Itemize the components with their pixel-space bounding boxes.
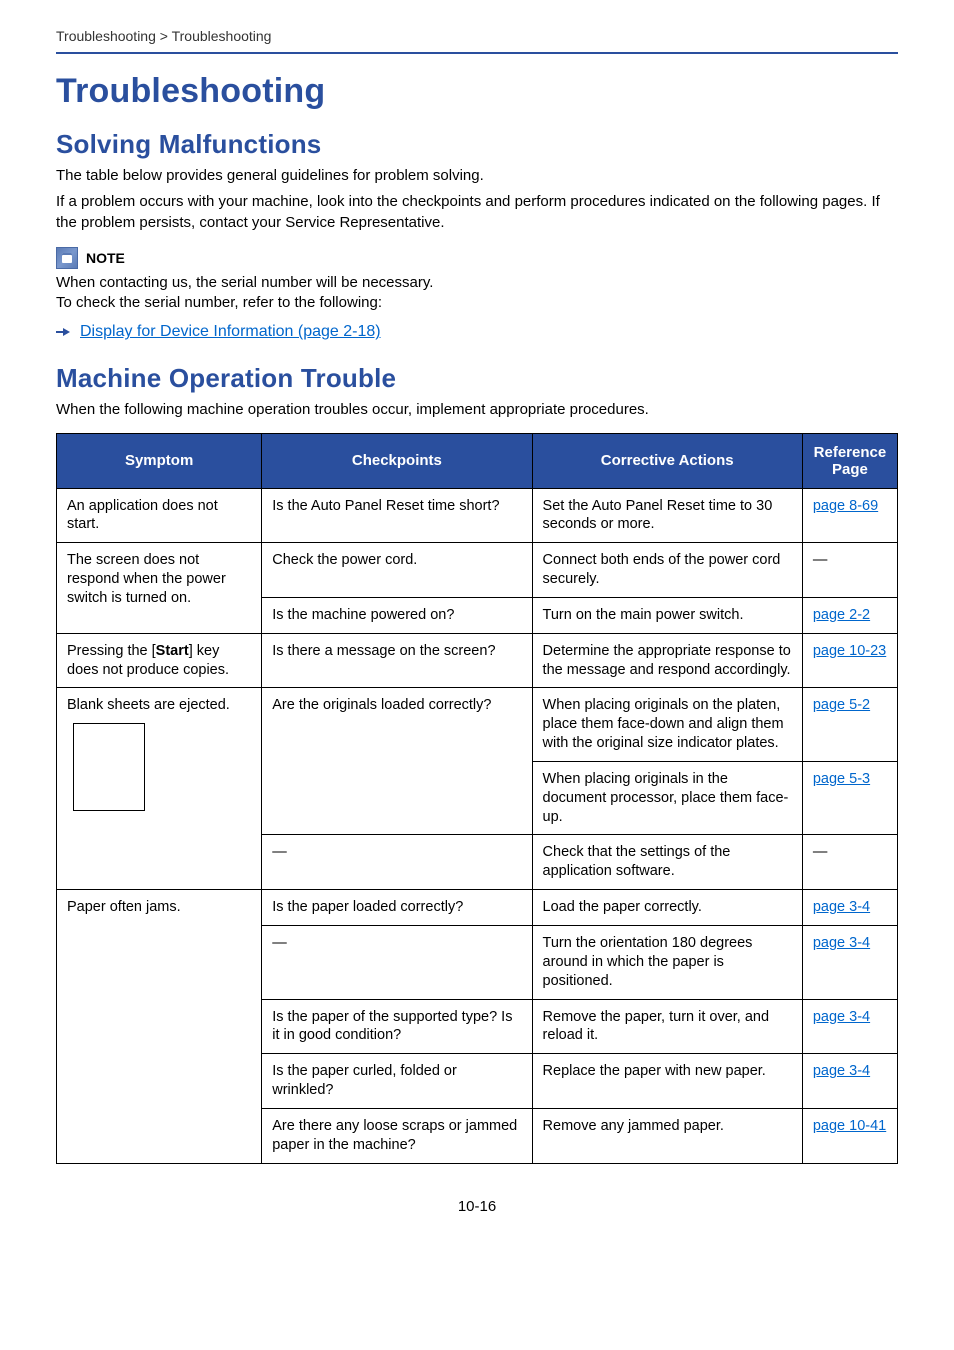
table-row: Paper often jams. Is the paper loaded co… xyxy=(57,890,898,926)
cell-action: Check that the settings of the applicati… xyxy=(532,835,802,890)
intro-text-1: The table below provides general guideli… xyxy=(56,166,898,186)
cell-symptom: Blank sheets are ejected. xyxy=(57,688,262,890)
cell-action: Load the paper correctly. xyxy=(532,890,802,926)
th-symptom: Symptom xyxy=(57,433,262,488)
page-title: Troubleshooting xyxy=(56,72,898,111)
note-box: NOTE When contacting us, the serial numb… xyxy=(56,247,898,314)
table-row: Blank sheets are ejected. Are the origin… xyxy=(57,688,898,762)
section-machine-trouble: Machine Operation Trouble xyxy=(56,363,898,394)
th-actions: Corrective Actions xyxy=(532,433,802,488)
ref-link[interactable]: page 2-2 xyxy=(813,607,870,623)
cell-action: Turn the orientation 180 degrees around … xyxy=(532,926,802,1000)
cell-symptom: An application does not start. xyxy=(57,488,262,543)
cell-ref-dash: ― xyxy=(802,543,897,598)
symptom-bold: Start xyxy=(156,643,189,659)
cell-symptom: Pressing the [Start] key does not produc… xyxy=(57,633,262,688)
cell-action: Set the Auto Panel Reset time to 30 seco… xyxy=(532,488,802,543)
table-row: Pressing the [Start] key does not produc… xyxy=(57,633,898,688)
cell-check: Are the originals loaded correctly? xyxy=(262,688,532,835)
ref-link[interactable]: page 10-41 xyxy=(813,1118,886,1134)
table-row: An application does not start. Is the Au… xyxy=(57,488,898,543)
cell-ref-dash: ― xyxy=(802,835,897,890)
section-solving-malfunctions: Solving Malfunctions xyxy=(56,129,898,160)
cell-check: Check the power cord. xyxy=(262,543,532,598)
cell-action: Remove the paper, turn it over, and relo… xyxy=(532,999,802,1054)
symptom-prefix: Pressing the [ xyxy=(67,643,156,659)
note-icon xyxy=(56,247,78,269)
cell-symptom: The screen does not respond when the pow… xyxy=(57,543,262,634)
ref-link[interactable]: page 10-23 xyxy=(813,643,886,659)
breadcrumb: Troubleshooting > Troubleshooting xyxy=(56,28,898,54)
th-reference: Reference Page xyxy=(802,433,897,488)
note-line-2: To check the serial number, refer to the… xyxy=(56,293,898,313)
cell-action: Determine the appropriate response to th… xyxy=(532,633,802,688)
cell-action: Connect both ends of the power cord secu… xyxy=(532,543,802,598)
cell-check: Is there a message on the screen? xyxy=(262,633,532,688)
cell-check: Is the Auto Panel Reset time short? xyxy=(262,488,532,543)
cell-action: Remove any jammed paper. xyxy=(532,1108,802,1163)
cell-action: When placing originals on the platen, pl… xyxy=(532,688,802,762)
cell-check-dash: ― xyxy=(262,835,532,890)
page-number: 10-16 xyxy=(56,1198,898,1215)
cell-check: Is the paper curled, folded or wrinkled? xyxy=(262,1054,532,1109)
cell-check: Is the paper of the supported type? Is i… xyxy=(262,999,532,1054)
ref-link[interactable]: page 3-4 xyxy=(813,1063,870,1079)
note-label: NOTE xyxy=(86,250,125,266)
ref-link[interactable]: page 3-4 xyxy=(813,935,870,951)
blank-sheet-illustration xyxy=(73,723,145,811)
machine-intro-text: When the following machine operation tro… xyxy=(56,400,898,420)
trouble-table: Symptom Checkpoints Corrective Actions R… xyxy=(56,433,898,1164)
ref-link[interactable]: page 3-4 xyxy=(813,1009,870,1025)
ref-link[interactable]: page 5-3 xyxy=(813,771,870,787)
ref-link[interactable]: page 5-2 xyxy=(813,697,870,713)
cell-action: Replace the paper with new paper. xyxy=(532,1054,802,1109)
ref-link[interactable]: page 8-69 xyxy=(813,498,878,514)
arrow-right-icon xyxy=(56,325,70,339)
intro-text-2: If a problem occurs with your machine, l… xyxy=(56,192,898,233)
note-line-1: When contacting us, the serial number wi… xyxy=(56,273,898,293)
table-row: The screen does not respond when the pow… xyxy=(57,543,898,598)
th-checkpoints: Checkpoints xyxy=(262,433,532,488)
cell-check: Are there any loose scraps or jammed pap… xyxy=(262,1108,532,1163)
cell-check-dash: ― xyxy=(262,926,532,1000)
cell-symptom: Paper often jams. xyxy=(57,890,262,1163)
cell-action: Turn on the main power switch. xyxy=(532,597,802,633)
device-info-link[interactable]: Display for Device Information (page 2-1… xyxy=(80,323,381,341)
cell-action: When placing originals in the document p… xyxy=(532,761,802,835)
cell-check: Is the paper loaded correctly? xyxy=(262,890,532,926)
symptom-text: Blank sheets are ejected. xyxy=(67,697,230,713)
ref-link[interactable]: page 3-4 xyxy=(813,899,870,915)
cell-check: Is the machine powered on? xyxy=(262,597,532,633)
